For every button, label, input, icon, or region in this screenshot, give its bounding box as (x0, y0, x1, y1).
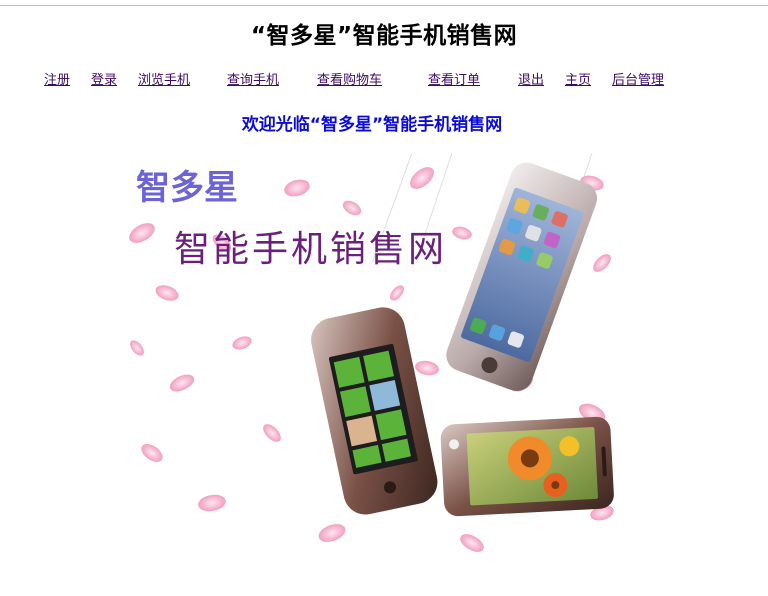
phone-bottom-right (440, 416, 614, 517)
nav-admin[interactable]: 后台管理 (612, 69, 664, 88)
banner-image: 智多星 智能手机销售网 (122, 153, 622, 553)
welcome-heading: 欢迎光临“智多星”智能手机销售网 (241, 115, 503, 135)
nav-logout[interactable]: 退出 (518, 69, 544, 88)
site-title: “智多星”智能手机销售网 (250, 23, 518, 49)
nav-register[interactable]: 注册 (44, 69, 70, 88)
banner-brand: 智多星 (136, 168, 238, 208)
nav-login[interactable]: 登录 (91, 69, 117, 88)
main-nav: 注册 登录 浏览手机 查询手机 查看购物车 查看订单 退出 主页 后台管理 (0, 69, 768, 89)
banner-slogan: 智能手机销售网 (174, 229, 447, 270)
nav-home[interactable]: 主页 (565, 69, 591, 88)
top-divider (0, 5, 768, 6)
phone-middle-left (311, 307, 438, 515)
banner-artwork: 智多星 智能手机销售网 (129, 153, 614, 552)
nav-browse-phones[interactable]: 浏览手机 (138, 69, 190, 88)
nav-view-cart[interactable]: 查看购物车 (317, 69, 382, 88)
nav-view-orders[interactable]: 查看订单 (428, 69, 480, 88)
nav-search-phones[interactable]: 查询手机 (227, 69, 279, 88)
phone-top-right (446, 162, 598, 392)
